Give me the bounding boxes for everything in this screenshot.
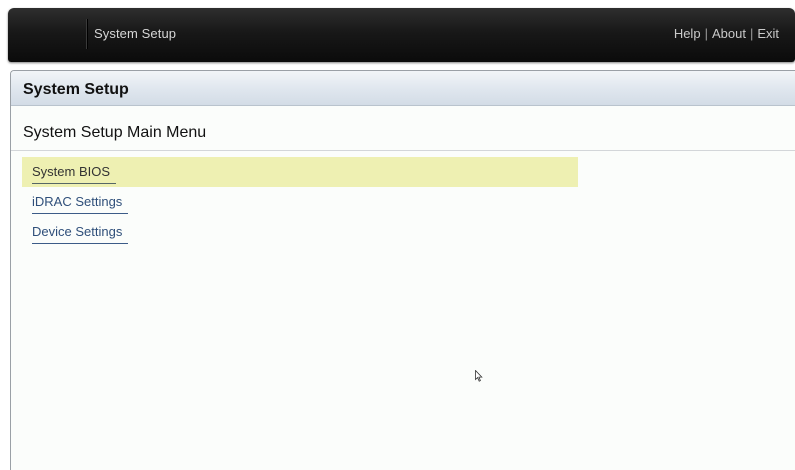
menu-item-idrac-settings[interactable]: iDRAC Settings [22, 187, 578, 217]
top-header-bar: System Setup Help | About | Exit [8, 8, 795, 62]
about-link[interactable]: About [712, 26, 746, 41]
screen: System Setup Help | About | Exit System Setu… [0, 0, 795, 470]
panel-title: System Setup [23, 81, 129, 98]
panel-header: System Setup [11, 71, 795, 106]
exit-link[interactable]: Exit [757, 26, 779, 41]
main-panel: System Setup System Setup Main Menu Syst… [10, 70, 795, 470]
menu-item-label[interactable]: iDRAC Settings [32, 194, 129, 214]
app-title: System Setup [94, 26, 177, 41]
mouse-pointer-icon [475, 370, 483, 382]
menu-item-label[interactable]: Device Settings [32, 224, 129, 244]
header-links: Help | About | Exit [674, 26, 779, 41]
menu-item-system-bios[interactable]: System BIOS [22, 157, 578, 187]
heading-divider [11, 150, 795, 151]
help-link[interactable]: Help [674, 26, 701, 41]
header-divider [86, 19, 88, 49]
menu-item-device-settings[interactable]: Device Settings [22, 217, 578, 247]
link-separator: | [749, 26, 754, 41]
link-separator: | [704, 26, 708, 41]
main-menu-heading: System Setup Main Menu [23, 124, 207, 141]
menu-item-label[interactable]: System BIOS [32, 164, 117, 184]
